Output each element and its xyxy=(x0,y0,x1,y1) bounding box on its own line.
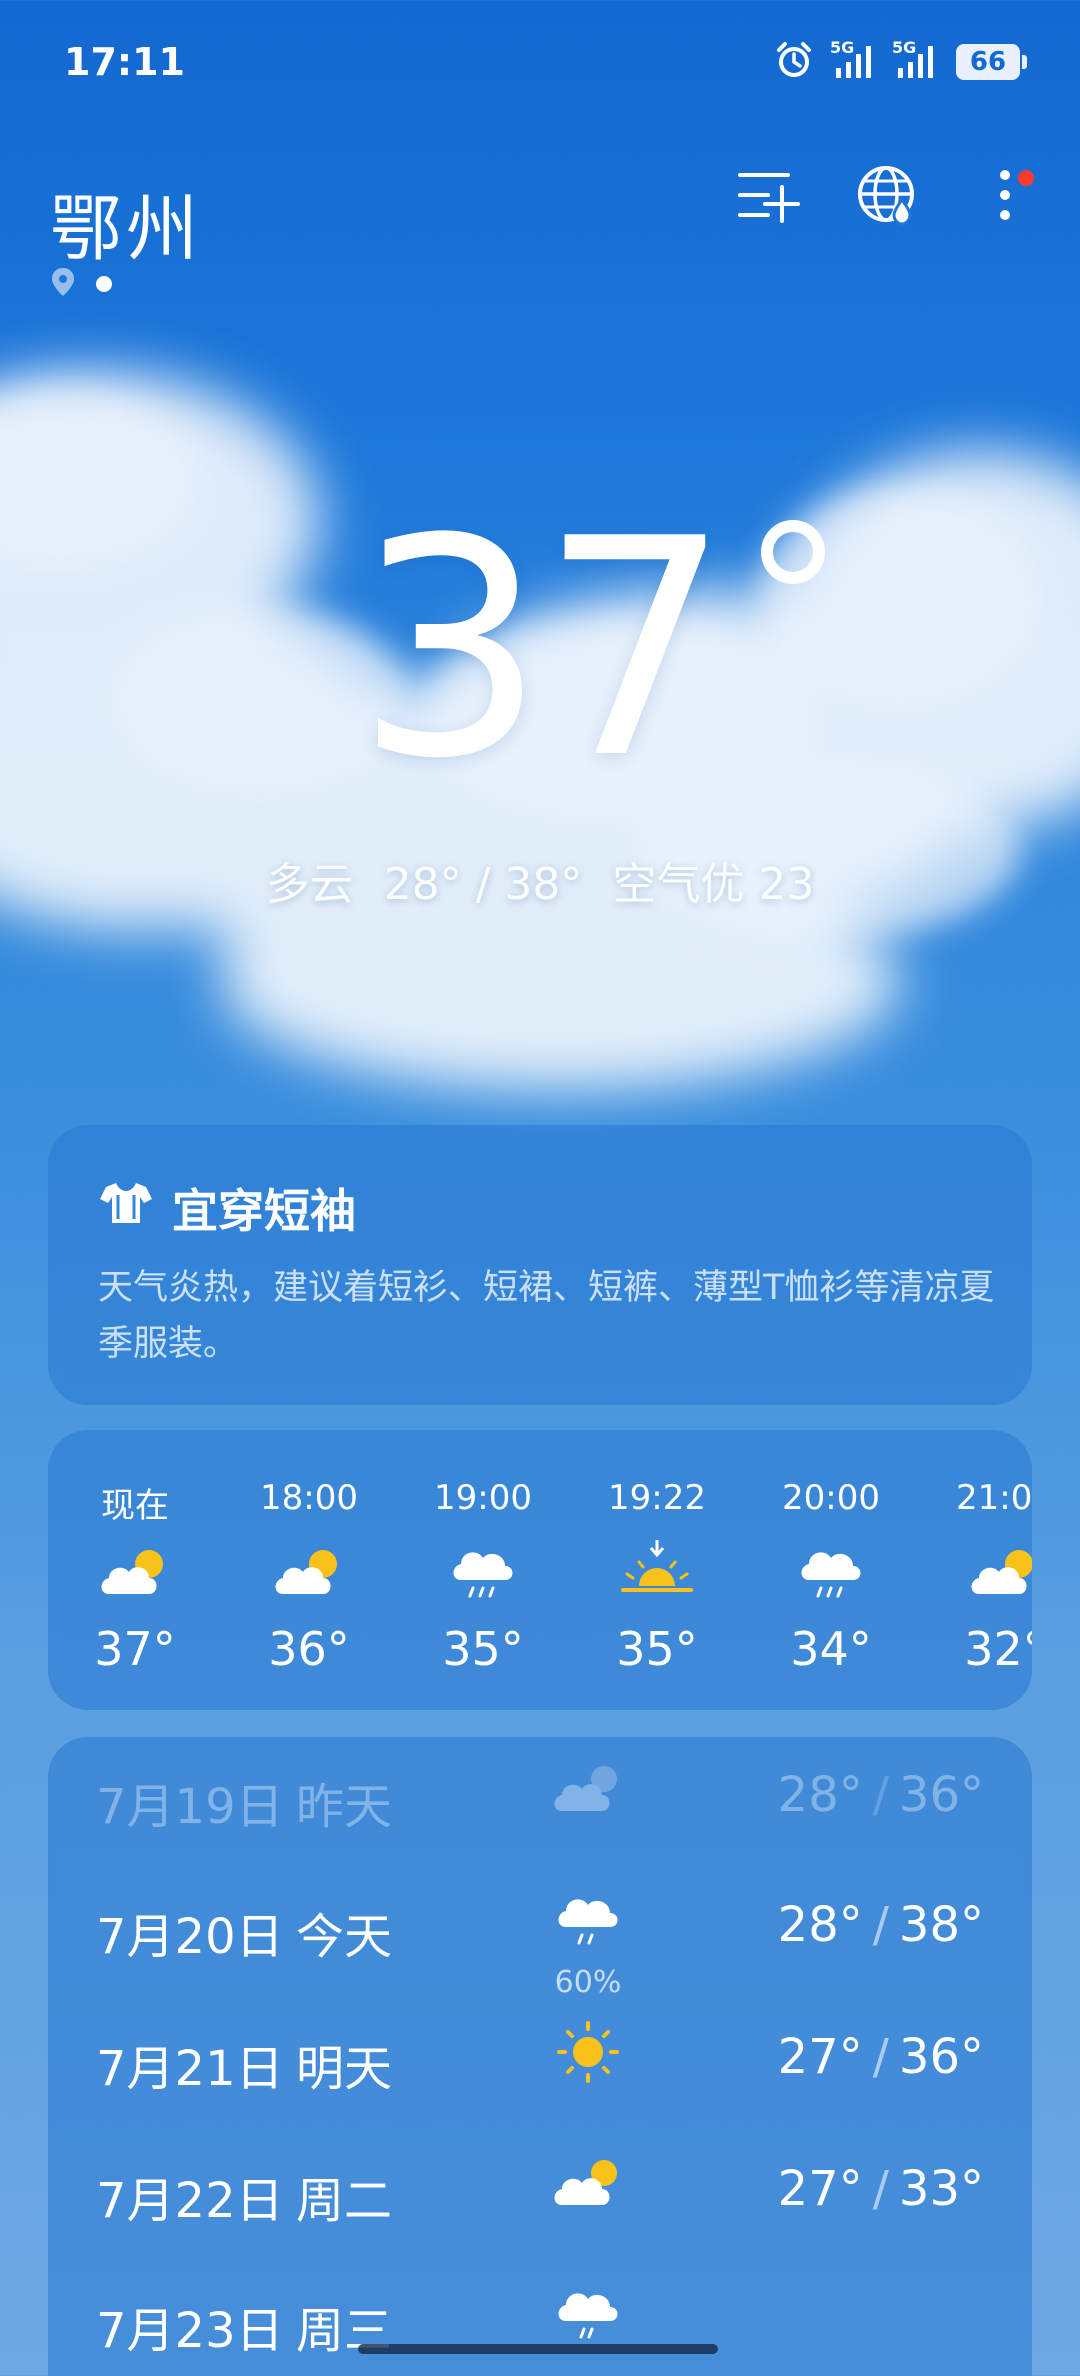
hour-temp: 34° xyxy=(790,1622,872,1676)
day-low: 28° xyxy=(777,1767,863,1823)
partly-cloudy-icon xyxy=(554,2160,617,2205)
status-icons: 5G 5G 66 xyxy=(774,38,1027,84)
tip-title-row: 宜穿短袖 xyxy=(98,1175,356,1241)
day-temp-range: 28° / 38° xyxy=(778,1897,984,1953)
page-dot-active xyxy=(96,276,112,292)
signal-5g-icon: 5G xyxy=(830,38,876,80)
header-actions xyxy=(734,160,1040,230)
clothing-tip-card[interactable]: 宜穿短袖 天气炎热，建议着短衫、短裙、短裤、薄型T恤衫等清凉夏季服装。 xyxy=(48,1125,1032,1405)
sunset-icon xyxy=(621,1540,693,1592)
day-name: 今天 xyxy=(296,1909,393,1965)
day-date: 7月20日 xyxy=(96,1909,284,1965)
alarm-icon xyxy=(774,40,814,84)
day-low: 27° xyxy=(777,2029,863,2085)
hourly-item: 19:00 35° xyxy=(396,1478,570,1676)
daily-row-tomorrow[interactable]: 7月21日 明天 27° / 36° xyxy=(48,1999,1032,2129)
day-temp-range: 28° / 36° xyxy=(778,1767,984,1823)
battery-level: 66 xyxy=(969,47,1007,77)
rain-icon xyxy=(453,1552,513,1598)
daily-row-tuesday[interactable]: 7月22日 周二 27° / 33° xyxy=(48,2131,1032,2261)
hour-temp: 36° xyxy=(268,1622,350,1676)
hour-time: 现在 xyxy=(101,1486,169,1526)
partly-cloudy-icon xyxy=(275,1550,337,1594)
air-quality: 空气优 23 xyxy=(612,859,815,910)
battery-icon: 66 xyxy=(956,44,1027,80)
range-separator: / xyxy=(872,1767,889,1823)
globe-drop-icon xyxy=(858,166,914,226)
day-temp-range: 27° / 36° xyxy=(778,2029,984,2085)
city-name[interactable]: 鄂州 xyxy=(50,170,202,275)
hour-temp: 35° xyxy=(442,1622,524,1676)
current-temperature: 37 xyxy=(355,475,731,824)
hourly-item: 20:00 34° xyxy=(744,1478,918,1676)
hour-time: 19:00 xyxy=(434,1478,532,1518)
hourly-item: 21:00 32° xyxy=(918,1478,1032,1676)
header: 鄂州 xyxy=(0,160,1080,310)
hour-temp: 32° xyxy=(964,1622,1032,1676)
day-low: 28° xyxy=(777,1897,863,1953)
day-name: 昨天 xyxy=(296,1779,393,1835)
hourly-forecast-list[interactable]: 现在 37° 18:00 36° 19:00 35° 19:22 35° 20:… xyxy=(48,1478,1032,1676)
day-high: 36° xyxy=(898,2029,984,2085)
more-menu-button[interactable] xyxy=(970,160,1040,230)
current-temp-wrap: 37 xyxy=(355,500,825,800)
status-time: 17:11 xyxy=(64,40,185,84)
weather-summary[interactable]: 多云 28° / 38° 空气优 23 xyxy=(0,848,1080,912)
day-date: 7月22日 xyxy=(96,2173,284,2229)
day-high: 33° xyxy=(898,2161,984,2217)
day-date: 7月23日 xyxy=(96,2303,284,2359)
shirt-icon xyxy=(98,1179,154,1238)
status-bar: 17:11 5G 5G 66 xyxy=(0,0,1080,130)
daily-forecast-card[interactable]: 7月19日 昨天 28° / 36° 7月20日 今天 60% 28° / 38… xyxy=(48,1737,1032,2376)
notification-dot xyxy=(1018,170,1034,186)
today-range: 28° / 38° xyxy=(383,859,583,910)
rain-icon xyxy=(558,1899,618,1945)
current-condition: 多云 xyxy=(265,859,354,910)
hour-time: 20:00 xyxy=(782,1478,880,1518)
day-high: 36° xyxy=(898,1767,984,1823)
partly-cloudy-icon xyxy=(101,1550,163,1594)
rain-icon xyxy=(558,2293,618,2339)
location-pin-icon xyxy=(50,266,76,302)
day-name: 周二 xyxy=(296,2173,393,2229)
cloudy-night-icon xyxy=(554,1766,617,1811)
page-indicator xyxy=(50,266,112,302)
day-name: 明天 xyxy=(296,2041,393,2097)
rain-icon xyxy=(801,1552,861,1598)
partly-cloudy-icon xyxy=(971,1550,1032,1594)
hourly-item: 19:22 35° xyxy=(570,1478,744,1676)
precipitation-probability: 60% xyxy=(554,1965,622,2000)
sun-icon xyxy=(557,2021,619,2083)
hour-time: 18:00 xyxy=(260,1478,358,1518)
global-weather-button[interactable] xyxy=(852,160,922,230)
home-indicator[interactable] xyxy=(358,2344,718,2354)
current-weather: 37 xyxy=(0,500,1080,800)
day-temp-range: 27° / 33° xyxy=(778,2161,984,2217)
range-separator: / xyxy=(872,2029,889,2085)
day-date: 7月19日 xyxy=(96,1779,284,1835)
daily-row-yesterday[interactable]: 7月19日 昨天 28° / 36° xyxy=(48,1737,1032,1867)
daily-row-wednesday[interactable]: 7月23日 周三 xyxy=(48,2261,1032,2376)
hourly-forecast-card[interactable]: 现在 37° 18:00 36° 19:00 35° 19:22 35° 20:… xyxy=(48,1430,1032,1710)
tip-description: 天气炎热，建议着短衫、短裙、短裤、薄型T恤衫等清凉夏季服装。 xyxy=(98,1268,995,1364)
hourly-item: 现在 37° xyxy=(48,1478,222,1676)
range-separator: / xyxy=(872,1897,889,1953)
manage-cities-button[interactable] xyxy=(734,160,804,230)
day-date: 7月21日 xyxy=(96,2041,284,2097)
daily-row-today[interactable]: 7月20日 今天 60% 28° / 38° xyxy=(48,1867,1032,2000)
range-separator: / xyxy=(872,2161,889,2217)
hour-time: 19:22 xyxy=(608,1478,706,1518)
hour-time: 21:00 xyxy=(956,1478,1032,1518)
hourly-item: 18:00 36° xyxy=(222,1478,396,1676)
hour-temp: 35° xyxy=(616,1622,698,1676)
hour-temp: 37° xyxy=(94,1622,176,1676)
day-high: 38° xyxy=(898,1897,984,1953)
more-vertical-icon xyxy=(1000,170,1010,220)
day-low: 27° xyxy=(777,2161,863,2217)
degree-symbol xyxy=(760,520,825,584)
signal-5g-icon: 5G xyxy=(892,38,938,80)
list-add-icon xyxy=(738,173,800,223)
tip-title: 宜穿短袖 xyxy=(172,1184,356,1238)
